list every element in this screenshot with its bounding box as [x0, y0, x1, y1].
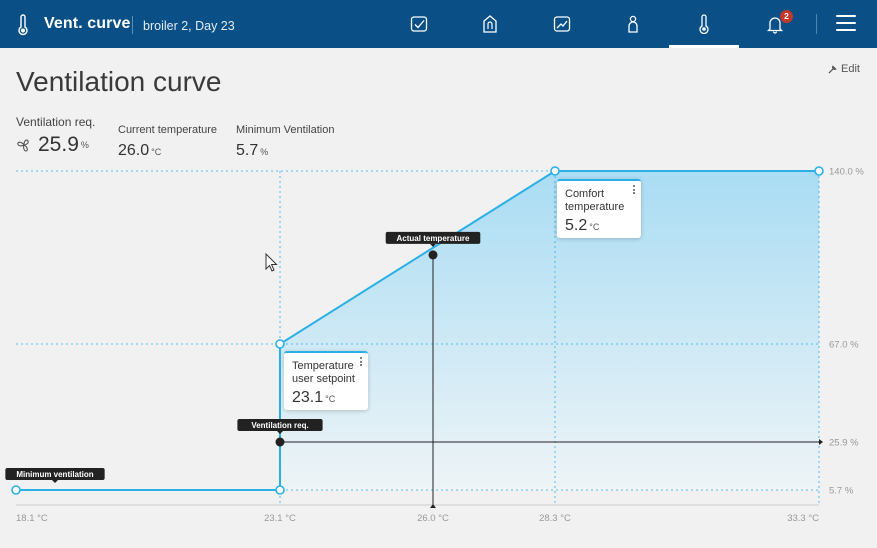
card-value: 23.1: [292, 389, 324, 406]
nav-silo[interactable]: [455, 0, 525, 48]
ventilation-req-tag: Ventilation req.: [251, 421, 308, 430]
more-options-icon[interactable]: [360, 357, 363, 368]
y-tick-label: 25.9 %: [829, 438, 859, 449]
stat-value-row: 25.9 %: [16, 133, 95, 157]
nav-tasks[interactable]: [384, 0, 454, 48]
page-title: Ventilation curve: [16, 66, 222, 97]
hamburger-menu-icon[interactable]: [836, 15, 856, 33]
thermometer-icon: [699, 14, 709, 34]
stat-unit: %: [80, 140, 89, 150]
nav-animals[interactable]: [598, 0, 668, 48]
thermometer-icon: [18, 14, 28, 36]
stat-value: 5.7: [236, 142, 259, 159]
checkbox-icon: [410, 16, 428, 32]
silo-icon: [483, 15, 497, 33]
card-unit: °C: [589, 222, 600, 232]
x-tick-label: 28.3 °C: [539, 513, 571, 524]
stat-value: 26.0: [118, 142, 150, 159]
nav-divider: [816, 14, 817, 34]
actual-temperature-point: [428, 250, 438, 260]
wrench-icon: [828, 64, 837, 74]
card-value: 5.2: [565, 217, 588, 234]
curve-point: [275, 485, 285, 495]
curve-point: [550, 166, 560, 176]
edit-button[interactable]: Edit: [828, 63, 860, 75]
stat-label: Ventilation req.: [16, 115, 96, 129]
x-tick-label: 26.0 °C: [417, 513, 449, 524]
card-label-line1: Temperature: [292, 360, 354, 372]
mouse-cursor-icon: [265, 253, 278, 272]
ventilation-req-arrow: [819, 439, 823, 445]
x-tick-label: 33.3 °C: [787, 513, 819, 524]
card-label-line2: user setpoint: [292, 373, 355, 385]
nav-trends[interactable]: [527, 0, 597, 48]
trend-chart-icon: [553, 16, 571, 32]
card-label-line1: Comfort: [565, 188, 605, 200]
edit-label: Edit: [841, 63, 860, 75]
comfort-temperature-card[interactable]: Comfort temperature 5.2 °C: [557, 179, 641, 238]
curve-point: [814, 166, 824, 176]
actual-temperature-tag: Actual temperature: [397, 234, 470, 243]
title-divider: [132, 16, 133, 34]
stat-unit: °C: [151, 147, 162, 157]
stat-unit: %: [260, 147, 269, 157]
person-icon: [628, 15, 638, 33]
more-options-icon[interactable]: [633, 185, 636, 196]
stat-minimum-ventilation: Minimum Ventilation 5.7%: [236, 124, 334, 160]
y-tick-label: 140.0 %: [829, 167, 864, 178]
ventilation-curve-chart: Actual temperature Ventilation req. Minimu…: [5, 166, 864, 524]
alarm-count-badge: 2: [780, 10, 793, 23]
stat-label: Minimum Ventilation: [236, 124, 335, 136]
app-title: Vent. curve: [44, 15, 131, 32]
ventilation-req-point: [275, 437, 285, 447]
nav-alarms[interactable]: 2: [740, 0, 810, 48]
house-subtitle: broiler 2, Day 23: [143, 19, 235, 33]
stat-current-temperature: Current temperature 26.0 °C: [118, 124, 217, 160]
nav-climate[interactable]: [669, 0, 739, 48]
y-tick-label: 67.0 %: [829, 340, 859, 351]
stat-value: 25.9: [38, 133, 79, 156]
card-unit: °C: [325, 394, 336, 404]
minimum-ventilation-tag-pointer: [52, 480, 58, 483]
x-tick-label: 23.1 °C: [264, 513, 296, 524]
card-label-line2: temperature: [565, 201, 625, 213]
stat-ventilation-req: Ventilation req. 25.9 %: [16, 115, 95, 157]
minimum-ventilation-tag: Minimum ventilation: [16, 470, 93, 479]
fan-icon: [17, 139, 29, 152]
stat-label: Current temperature: [118, 124, 218, 136]
user-setpoint-card[interactable]: Temperature user setpoint 23.1 °C: [284, 351, 368, 410]
y-tick-label: 5.7 %: [829, 486, 854, 497]
curve-point: [275, 339, 285, 349]
x-tick-label: 18.1 °C: [16, 513, 48, 524]
curve-point: [11, 485, 21, 495]
top-bar: Vent. curve broiler 2, Day 23 2: [0, 0, 877, 48]
